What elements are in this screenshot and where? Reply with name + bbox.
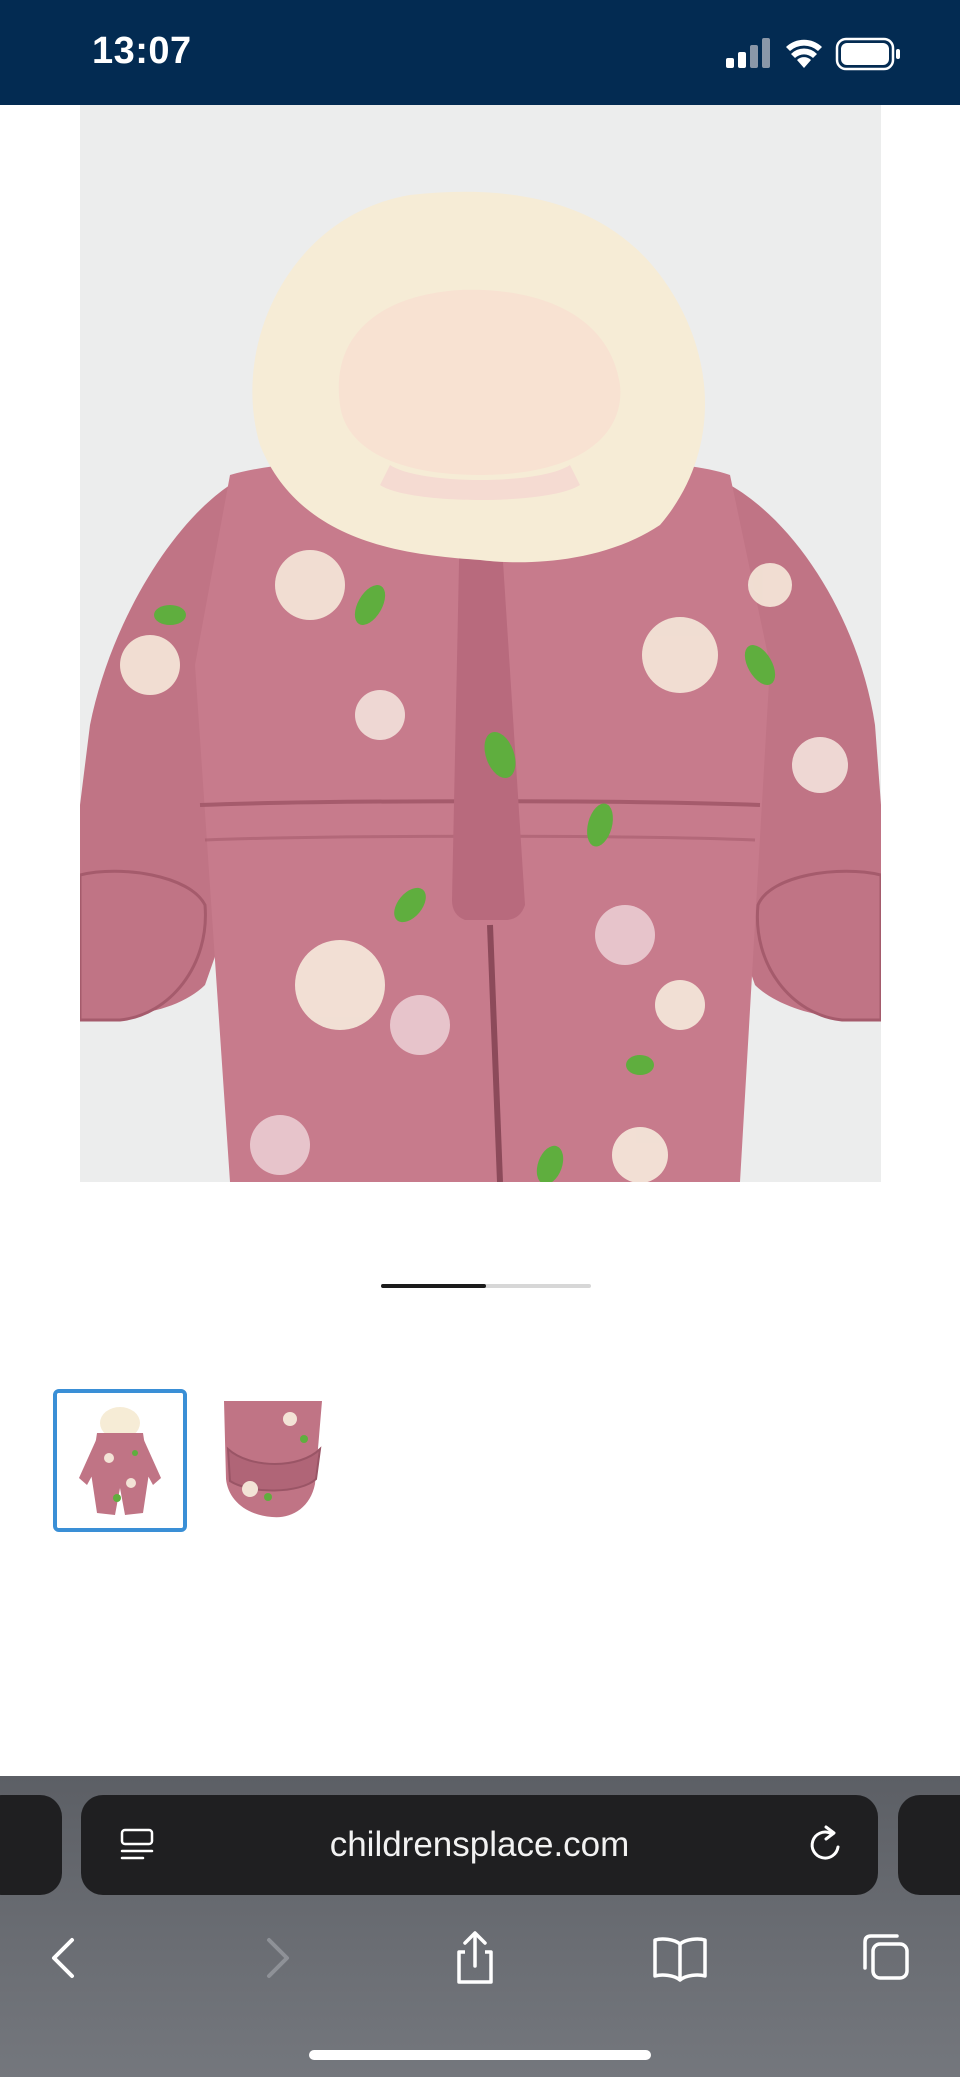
carousel-progress-fill	[381, 1284, 486, 1288]
status-icons	[726, 36, 904, 72]
previous-tab-peek[interactable]	[0, 1795, 62, 1895]
snowsuit-front-image[interactable]	[80, 105, 881, 1182]
browser-chrome: childrensplace.com	[0, 1776, 960, 2077]
status-bar: 13:07	[0, 0, 960, 105]
bookmarks-icon[interactable]	[650, 1928, 710, 1988]
address-bar[interactable]: childrensplace.com	[81, 1795, 878, 1895]
snowsuit-full-thumbnail[interactable]	[53, 1389, 187, 1532]
reload-icon[interactable]	[804, 1823, 848, 1867]
forward-icon[interactable]	[245, 1928, 305, 1988]
battery-icon	[835, 37, 900, 71]
status-time: 13:07	[92, 30, 192, 72]
tabs-icon[interactable]	[855, 1928, 915, 1988]
next-tab-peek[interactable]	[898, 1795, 960, 1895]
home-indicator[interactable]	[309, 2050, 651, 2060]
snowsuit-mitten-thumbnail[interactable]	[210, 1389, 344, 1532]
signal-icon	[726, 38, 770, 68]
share-icon[interactable]	[445, 1928, 505, 1988]
url-text: childrensplace.com	[329, 1825, 630, 1864]
carousel-progress	[381, 1284, 591, 1288]
browser-toolbar	[0, 1908, 960, 2018]
wifi-icon	[786, 39, 822, 68]
back-icon[interactable]	[36, 1928, 96, 1988]
